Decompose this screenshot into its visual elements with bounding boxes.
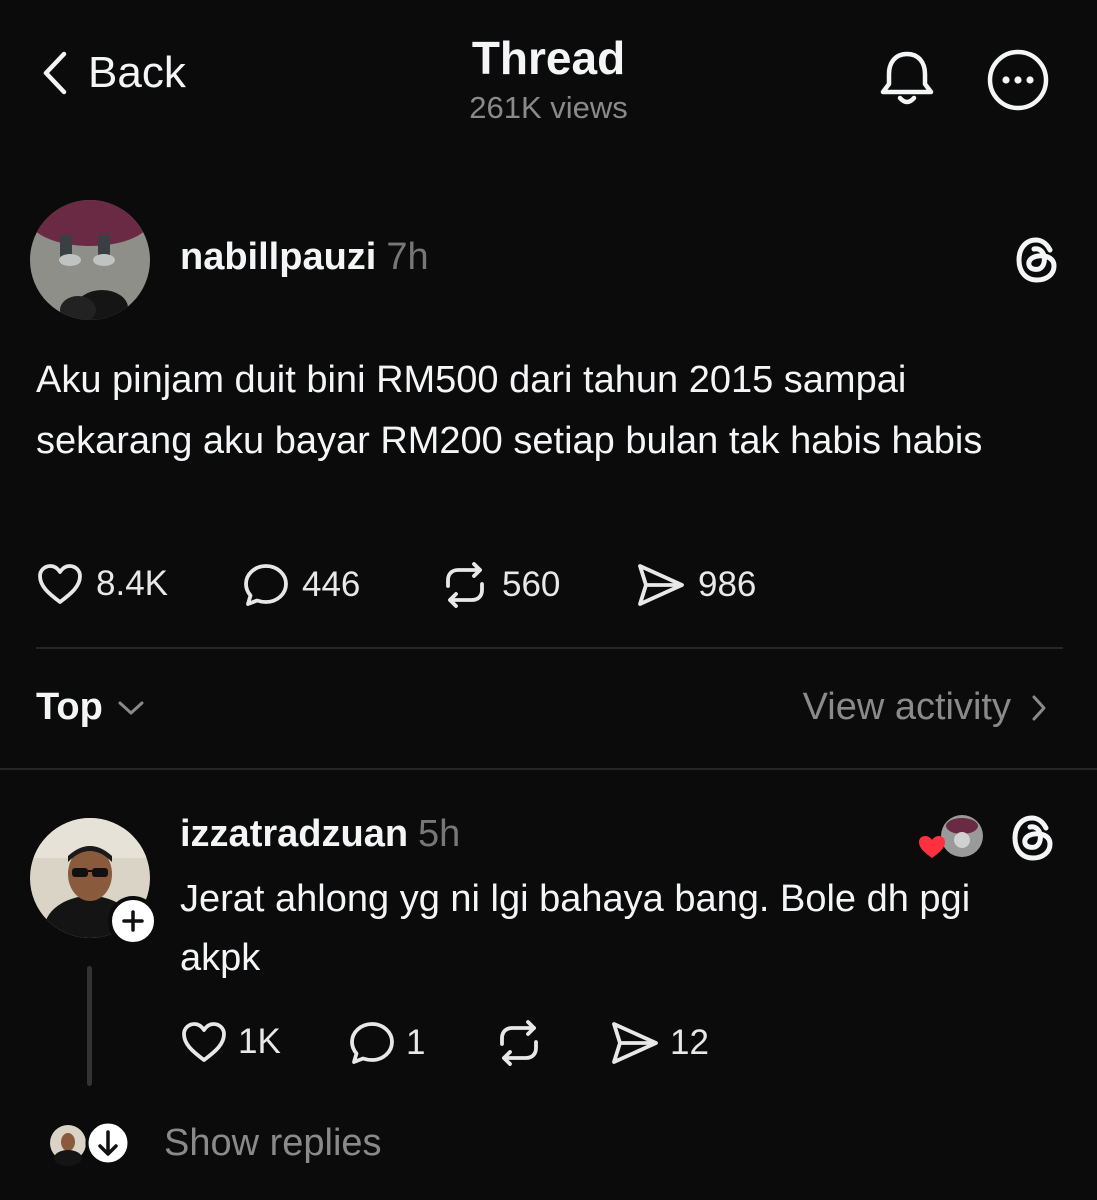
author-avatar[interactable] — [30, 200, 150, 320]
bell-icon — [876, 48, 938, 110]
sort-dropdown[interactable]: Top — [36, 686, 145, 729]
view-activity-label: View activity — [802, 686, 1011, 728]
reply-body: Jerat ahlong yg ni lgi bahaya bang. Bole… — [180, 878, 971, 979]
heart-icon — [180, 1020, 228, 1064]
comment-count: 446 — [302, 565, 361, 604]
show-replies-label: Show replies — [164, 1121, 382, 1164]
heart-badge-icon — [919, 836, 945, 858]
view-activity-link[interactable]: View activity — [803, 686, 1047, 729]
threads-logo-icon — [1014, 236, 1060, 284]
heart-icon — [36, 562, 84, 606]
show-replies-button[interactable]: Show replies — [48, 1118, 382, 1168]
reply-share-button[interactable]: 12 — [610, 1020, 709, 1066]
comment-icon — [242, 562, 290, 608]
liked-by-author-indicator — [918, 810, 988, 865]
thread-connector-line — [87, 966, 92, 1086]
sort-label: Top — [36, 686, 103, 728]
chevron-down-icon — [117, 699, 145, 717]
reply-repost-button[interactable] — [494, 1020, 544, 1066]
threads-logo-button[interactable] — [1014, 236, 1060, 284]
reply-comment-count: 1 — [406, 1023, 426, 1062]
section-divider — [0, 768, 1097, 770]
chevron-right-icon — [1031, 693, 1047, 723]
more-options-button[interactable] — [986, 48, 1050, 112]
replier-avatars — [48, 1118, 134, 1168]
top-bar: Back Thread 261K views — [0, 0, 1097, 150]
more-icon — [986, 48, 1050, 112]
repost-count: 560 — [502, 565, 561, 604]
post-author[interactable]: nabillpauzi 7h — [180, 236, 429, 279]
like-count: 8.4K — [96, 564, 168, 603]
reply-like-count: 1K — [238, 1022, 281, 1061]
post-body: Aku pinjam duit bini RM500 dari tahun 20… — [36, 359, 983, 462]
reply-threads-logo-button[interactable] — [1010, 814, 1056, 862]
comment-button[interactable]: 446 — [242, 562, 360, 608]
share-count: 986 — [698, 565, 757, 604]
post-time: 7h — [386, 236, 429, 278]
reply-comment-button[interactable]: 1 — [348, 1020, 425, 1066]
repost-icon — [440, 562, 490, 608]
share-button[interactable]: 986 — [636, 562, 756, 608]
reply-like-button[interactable]: 1K — [180, 1020, 281, 1064]
notifications-button[interactable] — [876, 48, 938, 110]
follow-button[interactable] — [108, 896, 158, 946]
reply-author[interactable]: izzatradzuan 5h — [180, 813, 460, 856]
share-icon — [610, 1020, 660, 1066]
comment-icon — [348, 1020, 396, 1066]
plus-icon — [121, 909, 145, 933]
repost-button[interactable]: 560 — [440, 562, 560, 608]
share-icon — [636, 562, 686, 608]
divider — [36, 647, 1063, 649]
threads-logo-icon — [1010, 814, 1056, 862]
reply-time: 5h — [418, 813, 461, 855]
reply-share-count: 12 — [670, 1023, 709, 1062]
like-button[interactable]: 8.4K — [36, 562, 168, 606]
reply-username[interactable]: izzatradzuan — [180, 813, 408, 855]
post-username[interactable]: nabillpauzi — [180, 236, 376, 278]
avatar-image — [30, 200, 150, 320]
repost-icon — [494, 1020, 544, 1066]
